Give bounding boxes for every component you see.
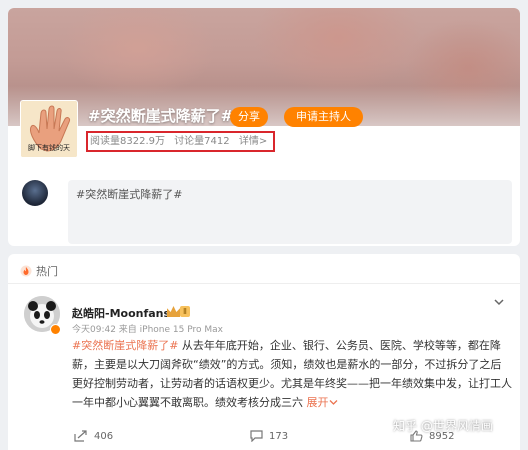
repost-button[interactable]: 406 <box>74 430 113 442</box>
verified-badge-icon <box>50 324 61 335</box>
comment-count: 173 <box>269 430 289 442</box>
chevron-down-icon[interactable] <box>492 296 506 308</box>
level-badge: Ⅱ <box>180 306 190 317</box>
topic-stats: 阅读量8322.9万 讨论量7412 详情> <box>86 131 275 152</box>
user-avatar[interactable] <box>22 180 48 206</box>
compose-input[interactable]: #突然断崖式降薪了# <box>68 180 512 244</box>
post-author[interactable]: 赵皓阳-Moonfans <box>72 305 170 321</box>
discuss-count: 讨论量7412 <box>174 136 230 147</box>
expand-chevron-icon <box>329 400 337 405</box>
apply-host-button[interactable]: 申请主持人 <box>284 107 363 127</box>
repost-icon <box>74 430 87 442</box>
hot-section-header: 热门 <box>20 263 58 279</box>
read-count: 阅读量8322.9万 <box>90 136 165 147</box>
topic-thumbnail[interactable]: 脚下有钱的天 <box>20 100 78 158</box>
hot-icon <box>20 265 32 277</box>
post-content: #突然断崖式降薪了# 从去年年底开始，企业、银行、公务员、医院、学校等等，都在降… <box>72 336 512 412</box>
expand-link[interactable]: 展开 <box>307 396 338 409</box>
post-meta: 今天09:42 来自 iPhone 15 Pro Max <box>72 325 223 335</box>
comment-button[interactable]: 173 <box>250 430 288 442</box>
topic-card: 脚下有钱的天 #突然断崖式降薪了# 分享 申请主持人 阅读量8322.9万 讨论… <box>8 8 520 246</box>
thumbnail-caption: 脚下有钱的天 <box>28 144 70 152</box>
watermark: 知乎 @世界风情画 <box>393 419 493 433</box>
divider <box>8 283 520 284</box>
hot-label: 热门 <box>36 265 58 278</box>
hot-feed-card: 热门 赵皓阳-Moonfans Ⅱ 今天09:42 来自 iPhone 15 P… <box>8 254 520 450</box>
detail-link[interactable]: 详情> <box>239 136 267 147</box>
comment-icon <box>250 430 263 442</box>
repost-count: 406 <box>94 430 114 442</box>
share-button[interactable]: 分享 <box>230 107 268 127</box>
expand-label: 展开 <box>306 396 329 409</box>
topic-tag-link[interactable]: #突然断崖式降薪了# <box>72 339 178 352</box>
topic-title: #突然断崖式降薪了# <box>88 107 234 125</box>
